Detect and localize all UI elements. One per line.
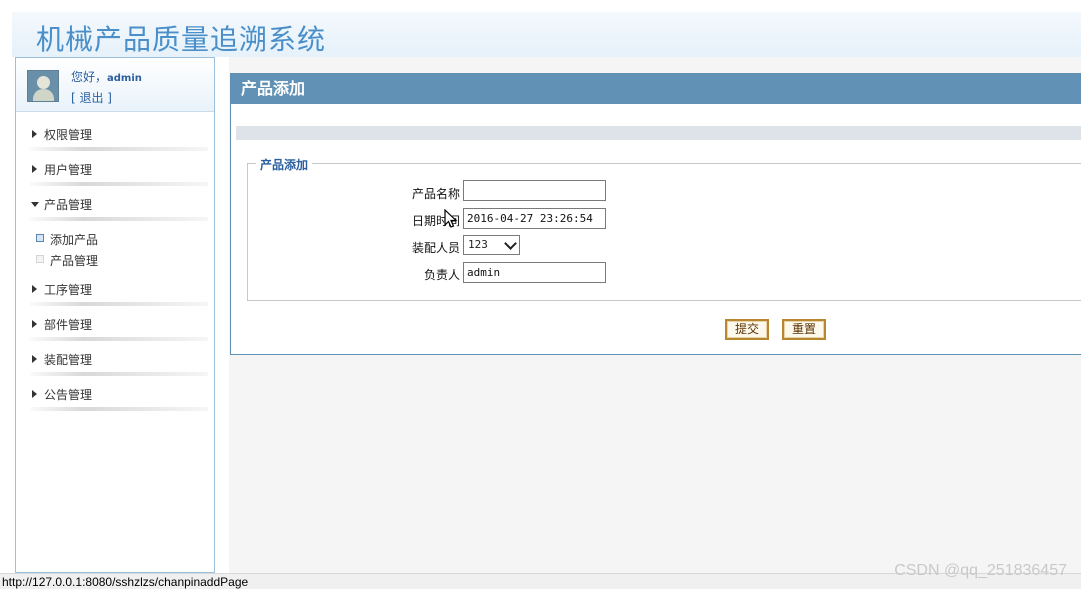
- sidebar-item-products[interactable]: 产品管理: [16, 186, 214, 221]
- caret-right-icon: [32, 320, 37, 328]
- status-url: http://127.0.0.1:8080/sshzlzs/chanpinadd…: [2, 575, 249, 589]
- caret-right-icon: [32, 285, 37, 293]
- main-content: 产品添加 产品添加 产品名称 日期时间 2016-04-27 23:26:54 …: [229, 57, 1081, 573]
- sidebar-item-assembly[interactable]: 装配管理: [16, 341, 214, 376]
- owner-input[interactable]: admin: [463, 262, 606, 283]
- sidebar-item-users[interactable]: 用户管理: [16, 151, 214, 186]
- sidebar-item-label: 部件管理: [44, 318, 93, 332]
- fieldset-legend: 产品添加: [256, 156, 313, 173]
- submenu-item-label: 产品管理: [50, 254, 99, 268]
- square-bullet-icon: [36, 234, 44, 242]
- greeting-text: 您好，: [71, 70, 108, 84]
- owner-label: 负责人: [423, 268, 460, 282]
- assembler-select-value: 123: [468, 238, 488, 251]
- sidebar-item-label: 工序管理: [44, 283, 93, 297]
- sidebar-item-parts[interactable]: 部件管理: [16, 306, 214, 341]
- square-bullet-icon: [36, 255, 44, 263]
- caret-right-icon: [32, 390, 37, 398]
- caret-right-icon: [32, 165, 37, 173]
- product-add-panel: 产品添加 产品添加 产品名称 日期时间 2016-04-27 23:26:54 …: [230, 73, 1081, 355]
- toolbar-strip: [236, 126, 1081, 140]
- watermark: CSDN @qq_251836457: [894, 562, 1067, 579]
- product-name-input[interactable]: [463, 180, 606, 201]
- sidebar-item-permissions[interactable]: 权限管理: [16, 116, 214, 151]
- caret-right-icon: [32, 130, 37, 138]
- sidebar-item-label: 公告管理: [44, 388, 93, 402]
- sidebar-item-label: 用户管理: [44, 163, 93, 177]
- sidebar-item-process[interactable]: 工序管理: [16, 271, 214, 306]
- divider: [30, 407, 208, 411]
- product-name-label: 产品名称: [411, 187, 460, 201]
- submit-button[interactable]: 提交: [725, 319, 769, 340]
- sidebar-item-label: 权限管理: [44, 128, 93, 142]
- reset-button[interactable]: 重置: [782, 319, 826, 340]
- sidebar-item-label: 产品管理: [44, 198, 93, 212]
- sidebar-item-announcements[interactable]: 公告管理: [16, 376, 214, 411]
- sidebar-item-label: 装配管理: [44, 353, 93, 367]
- mouse-cursor-icon: [444, 209, 458, 228]
- sidebar-menu: 权限管理 用户管理 产品管理 添加产品 产品管理 工序管理 部件管理 装配管理 …: [16, 116, 214, 411]
- sidebar: 您好，admin [ 退出 ] 权限管理 用户管理 产品管理 添加产品 产品管理…: [15, 57, 215, 573]
- greeting: 您好，admin: [71, 68, 142, 85]
- product-add-fieldset: 产品添加 产品名称 日期时间 2016-04-27 23:26:54 装配人员 …: [247, 156, 1081, 301]
- app-header: 机械产品质量追溯系统: [12, 12, 1081, 57]
- assembler-select[interactable]: 123: [463, 235, 520, 255]
- username: admin: [107, 73, 142, 84]
- assembler-label: 装配人员: [411, 241, 460, 255]
- app-title: 机械产品质量追溯系统: [36, 23, 327, 56]
- caret-down-icon: [31, 202, 39, 207]
- user-box: 您好，admin [ 退出 ]: [16, 58, 214, 112]
- chevron-down-icon: [504, 237, 517, 250]
- avatar: [27, 70, 59, 102]
- datetime-input[interactable]: 2016-04-27 23:26:54: [463, 208, 606, 229]
- products-submenu: 添加产品 产品管理: [16, 221, 214, 271]
- panel-title: 产品添加: [231, 74, 1081, 104]
- caret-right-icon: [32, 355, 37, 363]
- submenu-item-label: 添加产品: [50, 233, 99, 247]
- logout-link[interactable]: [ 退出 ]: [71, 89, 112, 106]
